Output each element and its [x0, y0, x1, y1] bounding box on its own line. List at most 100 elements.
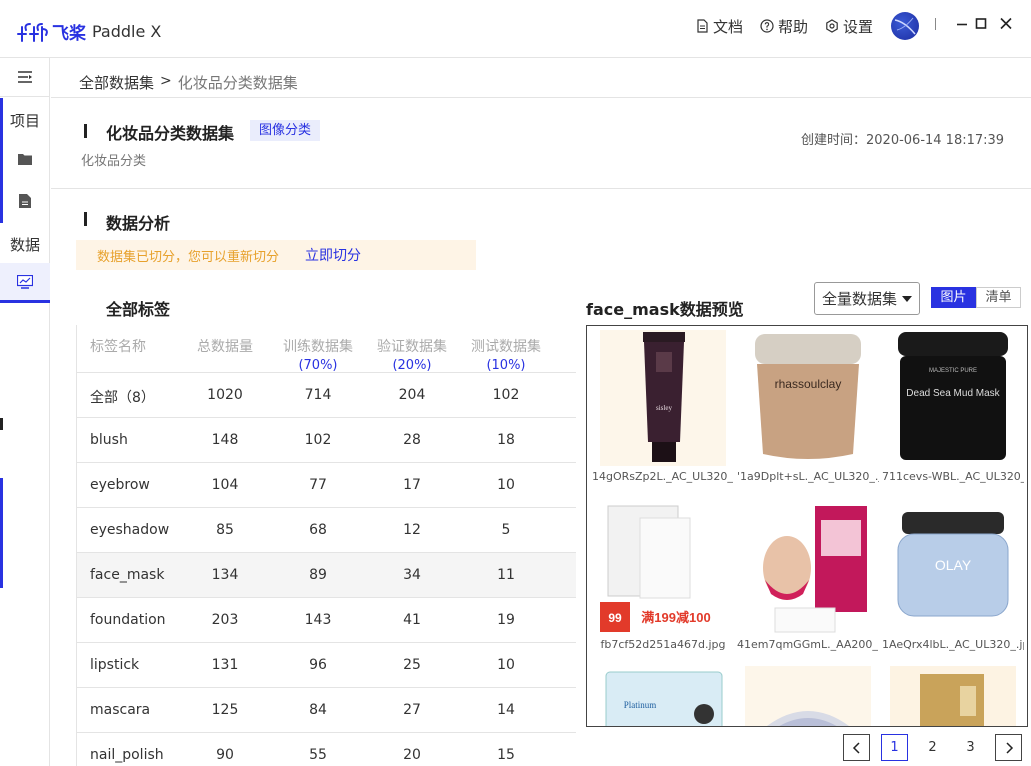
gallery-item[interactable]: sisley 14gORsZp2L._AC_UL320_.jpg [592, 330, 734, 490]
sidebar-scroll-accent [0, 478, 3, 588]
minimize-button[interactable] [952, 14, 972, 34]
cell-total: 90 [216, 747, 234, 763]
olay-label: OLAY [935, 557, 972, 573]
table-row[interactable]: blush 148 102 28 18 [77, 418, 576, 463]
cell-test: 11 [497, 567, 515, 583]
header-test-pct: (10%) [486, 358, 526, 373]
dataset-description: 化妆品分类 [81, 154, 147, 169]
header-label-name: 标签名称 [90, 339, 146, 355]
sidebar-item-project[interactable]: 项目 [0, 106, 50, 134]
image-caption: 41em7qmGGmL._AA200_.jpg [737, 638, 879, 651]
table-row[interactable]: mascara 125 84 27 14 [77, 688, 576, 733]
dataset-scope-select[interactable]: 全量数据集 [814, 282, 920, 315]
gallery-item[interactable]: 99 满199减100 fb7cf52d251a467d.jpg [592, 498, 734, 658]
cell-label: foundation [90, 612, 166, 628]
title-bar: 飞桨 Paddle X 文档 帮助 设置 [0, 0, 1031, 58]
logo-text-cn: 飞桨 [52, 24, 86, 44]
cell-val: 20 [403, 747, 421, 763]
cell-val: 25 [403, 657, 421, 673]
app-logo: 飞桨 Paddle X [16, 19, 161, 44]
cell-total: 134 [211, 567, 239, 583]
table-row[interactable]: lipstick 131 96 25 10 [77, 643, 576, 688]
thumbnail-image [745, 666, 871, 726]
gallery-item[interactable]: rhassoulclay '1a9Dplt+sL._AC_UL320_.jpg [737, 330, 879, 490]
table-row[interactable]: eyeshadow 85 68 12 5 [77, 508, 576, 553]
cell-val: 41 [403, 612, 421, 628]
page-3-button[interactable]: 3 [957, 734, 984, 761]
sidebar-item-project-doc[interactable] [0, 188, 50, 214]
cell-test: 5 [501, 522, 511, 538]
gallery-item[interactable]: Platinum [592, 666, 734, 726]
gallery-item[interactable]: MAJESTIC PURE Dead Sea Mud Mask 711cevs-… [882, 330, 1024, 490]
header-val: 验证数据集 (20%) [367, 336, 457, 373]
gallery-item[interactable]: 41em7qmGGmL._AA200_.jpg [737, 498, 879, 658]
table-row[interactable]: 全部（8） 1020 714 204 102 [77, 373, 576, 418]
document-icon [697, 19, 708, 33]
file-icon [19, 194, 31, 208]
header-divider [51, 97, 1031, 98]
split-notice: 数据集已切分，您可以重新切分 立即切分 [76, 240, 476, 270]
settings-link[interactable]: 设置 [825, 15, 873, 37]
chevron-right-icon [1005, 741, 1013, 754]
table-row[interactable]: nail_polish 90 55 20 15 [77, 733, 576, 766]
sidebar-item-data-analysis[interactable] [0, 263, 50, 303]
page-1-button[interactable]: 1 [881, 734, 908, 761]
cell-label: face_mask [90, 567, 165, 583]
logo-text-en: Paddle X [92, 22, 162, 41]
sisley-label: sisley [656, 404, 672, 412]
thumbnail-image: OLAY [890, 498, 1016, 634]
thumbnail-image: 99 满199减100 [600, 498, 726, 634]
avatar-graphic-icon [894, 17, 916, 35]
sidebar-menu-toggle[interactable] [0, 58, 50, 96]
page-2-button[interactable]: 2 [919, 734, 946, 761]
view-image-toggle[interactable]: 图片 [931, 287, 976, 308]
help-link[interactable]: 帮助 [760, 15, 808, 37]
table-row[interactable]: eyebrow 104 77 17 10 [77, 463, 576, 508]
cell-train: 55 [309, 747, 327, 763]
sidebar-project-label: 项目 [9, 111, 40, 130]
menu-icon [18, 71, 32, 83]
dataset-created-time: 创建时间：2020-06-14 18:17:39 [801, 133, 1005, 148]
sidebar: 项目 数据 [0, 58, 50, 766]
prev-page-button[interactable] [843, 734, 870, 761]
mask-fan-image [767, 711, 849, 726]
sidebar-item-project-files[interactable] [0, 146, 50, 172]
thumbnail-image [890, 666, 1016, 726]
deadsea-label: Dead Sea Mud Mask [906, 388, 1000, 399]
analysis-title-marker [84, 212, 87, 226]
breadcrumb-root-link[interactable]: 全部数据集 [79, 72, 154, 93]
cell-label: eyebrow [90, 477, 150, 493]
close-icon [1000, 17, 1012, 30]
sidebar-item-data[interactable]: 数据 [0, 230, 50, 258]
image-caption: 1AeQrx4lbL._AC_UL320_.jpg [882, 638, 1024, 651]
gallery-item[interactable]: OLAY 1AeQrx4lbL._AC_UL320_.jpg [882, 498, 1024, 658]
maximize-button[interactable] [971, 14, 991, 34]
resplit-link[interactable]: 立即切分 [305, 245, 361, 265]
cell-total: 85 [216, 522, 234, 538]
user-avatar[interactable] [891, 12, 919, 40]
cell-val: 12 [403, 522, 421, 538]
cell-total: 131 [211, 657, 239, 673]
folder-icon [18, 154, 32, 165]
breadcrumb-current: 化妆品分类数据集 [177, 74, 298, 92]
next-page-button[interactable] [995, 734, 1022, 761]
labels-table: 标签名称 总数据量 训练数据集 (70%) 验证数据集 (20%) 测试数据集 … [76, 325, 576, 766]
cell-train: 96 [309, 657, 327, 673]
table-row[interactable]: foundation 203 143 41 19 [77, 598, 576, 643]
split-notice-message: 数据集已切分，您可以重新切分 [97, 249, 280, 265]
black-jar-product-image: MAJESTIC PURE Dead Sea Mud Mask [898, 332, 1008, 460]
cell-train: 68 [309, 522, 327, 538]
header-val-pct: (20%) [392, 358, 432, 373]
titlebar-divider [935, 18, 936, 30]
breadcrumb-separator: > [160, 72, 172, 89]
pack-brand-label: Platinum [624, 700, 657, 710]
view-list-toggle[interactable]: 清单 [976, 287, 1021, 308]
gallery-item[interactable] [737, 666, 879, 726]
cell-label: mascara [90, 702, 151, 718]
close-button[interactable] [996, 14, 1016, 34]
preview-title: face_mask数据预览 [586, 300, 744, 319]
gallery-item[interactable] [882, 666, 1024, 726]
table-row-selected[interactable]: face_mask 134 89 34 11 [77, 553, 576, 598]
docs-link[interactable]: 文档 [695, 15, 743, 37]
cell-total: 148 [211, 432, 239, 448]
